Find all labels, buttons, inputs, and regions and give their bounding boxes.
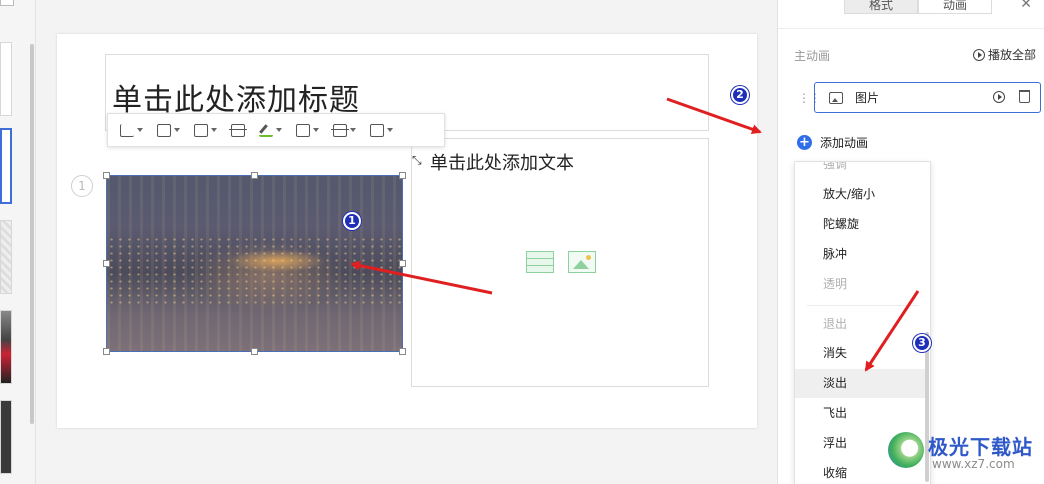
add-animation-button[interactable]: + 添加动画 bbox=[797, 134, 868, 151]
animation-item-actions bbox=[993, 90, 1030, 103]
step-badge-1: 1 bbox=[343, 212, 361, 230]
tab-format[interactable]: 格式 bbox=[844, 0, 918, 14]
slide-thumbnail[interactable] bbox=[0, 42, 12, 116]
slide: 单击此处添加标题 1 ⤡ 单击此处添加文本 bbox=[57, 34, 757, 428]
panel-divider bbox=[778, 28, 1044, 29]
resize-handle[interactable] bbox=[103, 172, 110, 179]
content-number: 1 bbox=[71, 175, 93, 197]
more-icon bbox=[370, 123, 384, 137]
dropdown-group-exit: 退出 bbox=[823, 317, 848, 331]
play-animation-icon[interactable] bbox=[993, 90, 1005, 103]
slide-thumbnail-panel bbox=[0, 0, 36, 484]
animation-list-item[interactable]: 图片 bbox=[814, 82, 1041, 113]
resize-handle[interactable] bbox=[103, 348, 110, 355]
picture-floating-toolbar bbox=[107, 113, 445, 147]
content-placeholder-box[interactable]: ⤡ 单击此处添加文本 bbox=[411, 138, 709, 387]
dropdown-group-emphasis: 强调 bbox=[823, 161, 848, 171]
add-animation-label: 添加动画 bbox=[820, 136, 869, 150]
resize-handle[interactable] bbox=[103, 260, 110, 267]
align-button[interactable] bbox=[229, 120, 247, 140]
chevron-down-icon bbox=[313, 128, 319, 132]
crop-icon bbox=[120, 123, 134, 137]
watermark-title: 极光下载站 bbox=[928, 435, 1033, 459]
selected-picture[interactable] bbox=[106, 175, 403, 352]
play-all-label: 播放全部 bbox=[987, 48, 1036, 62]
menu-item-disappear[interactable]: 消失 bbox=[795, 339, 925, 368]
insert-table-icon[interactable] bbox=[526, 251, 554, 273]
layer-icon bbox=[331, 123, 349, 137]
chevron-down-icon bbox=[350, 128, 356, 132]
slide-thumbnail[interactable] bbox=[0, 220, 12, 294]
pen-button[interactable] bbox=[259, 120, 282, 140]
image-adjust-icon bbox=[194, 123, 208, 137]
tab-animation[interactable]: 动画 bbox=[918, 0, 992, 14]
thumbnail-top-button[interactable] bbox=[0, 0, 14, 6]
panel-tabs: 格式 动画 bbox=[844, 0, 992, 14]
play-all-button[interactable]: 播放全部 bbox=[972, 46, 1036, 63]
slide-thumbnail[interactable] bbox=[0, 310, 12, 384]
menu-item-zoom[interactable]: 放大/缩小 bbox=[795, 180, 925, 209]
insert-image-icon[interactable] bbox=[568, 251, 596, 273]
chevron-down-icon bbox=[174, 128, 180, 132]
app-window: 单击此处添加标题 1 ⤡ 单击此处添加文本 格式 动画 ✕ 主动画 播放全部 ⋮… bbox=[0, 0, 1044, 484]
align-icon bbox=[229, 123, 247, 137]
thumbnail-scrollbar[interactable] bbox=[30, 44, 34, 424]
editing-canvas: 单击此处添加标题 1 ⤡ 单击此处添加文本 bbox=[37, 0, 777, 484]
resize-handle[interactable] bbox=[399, 172, 406, 179]
resize-handle[interactable] bbox=[399, 348, 406, 355]
close-icon[interactable]: ✕ bbox=[1020, 0, 1032, 12]
move-handle-icon[interactable]: ⤡ bbox=[412, 153, 422, 168]
pen-icon bbox=[259, 124, 273, 137]
chevron-down-icon bbox=[276, 128, 282, 132]
step-badge-2: 2 bbox=[731, 86, 749, 104]
watermark-logo-icon bbox=[888, 432, 924, 468]
animation-panel: 格式 动画 ✕ 主动画 播放全部 ⋮⋮ 图片 + 添加动画 强调 放大/缩小 陀… bbox=[777, 0, 1044, 484]
resize-handle[interactable] bbox=[251, 172, 258, 179]
animation-item-label: 图片 bbox=[855, 91, 880, 105]
image-button[interactable] bbox=[157, 120, 180, 140]
chevron-down-icon bbox=[387, 128, 393, 132]
image-adjust-button[interactable] bbox=[194, 120, 217, 140]
menu-item-pulse[interactable]: 脉冲 bbox=[795, 240, 925, 269]
chevron-down-icon bbox=[211, 128, 217, 132]
resize-handle[interactable] bbox=[251, 348, 258, 355]
content-placeholder-text: 单击此处添加文本 bbox=[430, 153, 574, 174]
menu-item-transparency[interactable]: 透明 bbox=[795, 270, 925, 299]
crop-button[interactable] bbox=[120, 120, 143, 140]
resize-handle[interactable] bbox=[399, 260, 406, 267]
picture-lights bbox=[107, 236, 402, 306]
layer-button[interactable] bbox=[331, 120, 356, 140]
border-icon bbox=[296, 123, 310, 137]
more-button[interactable] bbox=[370, 120, 393, 140]
plus-icon: + bbox=[797, 135, 812, 150]
border-button[interactable] bbox=[296, 120, 319, 140]
play-icon bbox=[972, 48, 985, 61]
step-badge-3: 3 bbox=[913, 334, 931, 352]
dropdown-separator bbox=[807, 305, 919, 306]
main-animation-heading: 主动画 bbox=[794, 49, 831, 63]
chevron-down-icon bbox=[137, 128, 143, 132]
delete-icon[interactable] bbox=[1019, 90, 1030, 103]
slide-thumbnail[interactable] bbox=[0, 400, 12, 474]
menu-item-fade-out[interactable]: 淡出 bbox=[795, 369, 925, 398]
image-icon bbox=[157, 123, 171, 137]
image-icon bbox=[829, 91, 843, 104]
watermark-url: www.xz7.com bbox=[932, 457, 1015, 471]
menu-item-fly-out[interactable]: 飞出 bbox=[795, 399, 925, 428]
menu-item-spin[interactable]: 陀螺旋 bbox=[795, 210, 925, 239]
slide-thumbnail-active[interactable] bbox=[0, 128, 12, 204]
site-watermark: 极光下载站 www.xz7.com bbox=[888, 430, 1038, 474]
